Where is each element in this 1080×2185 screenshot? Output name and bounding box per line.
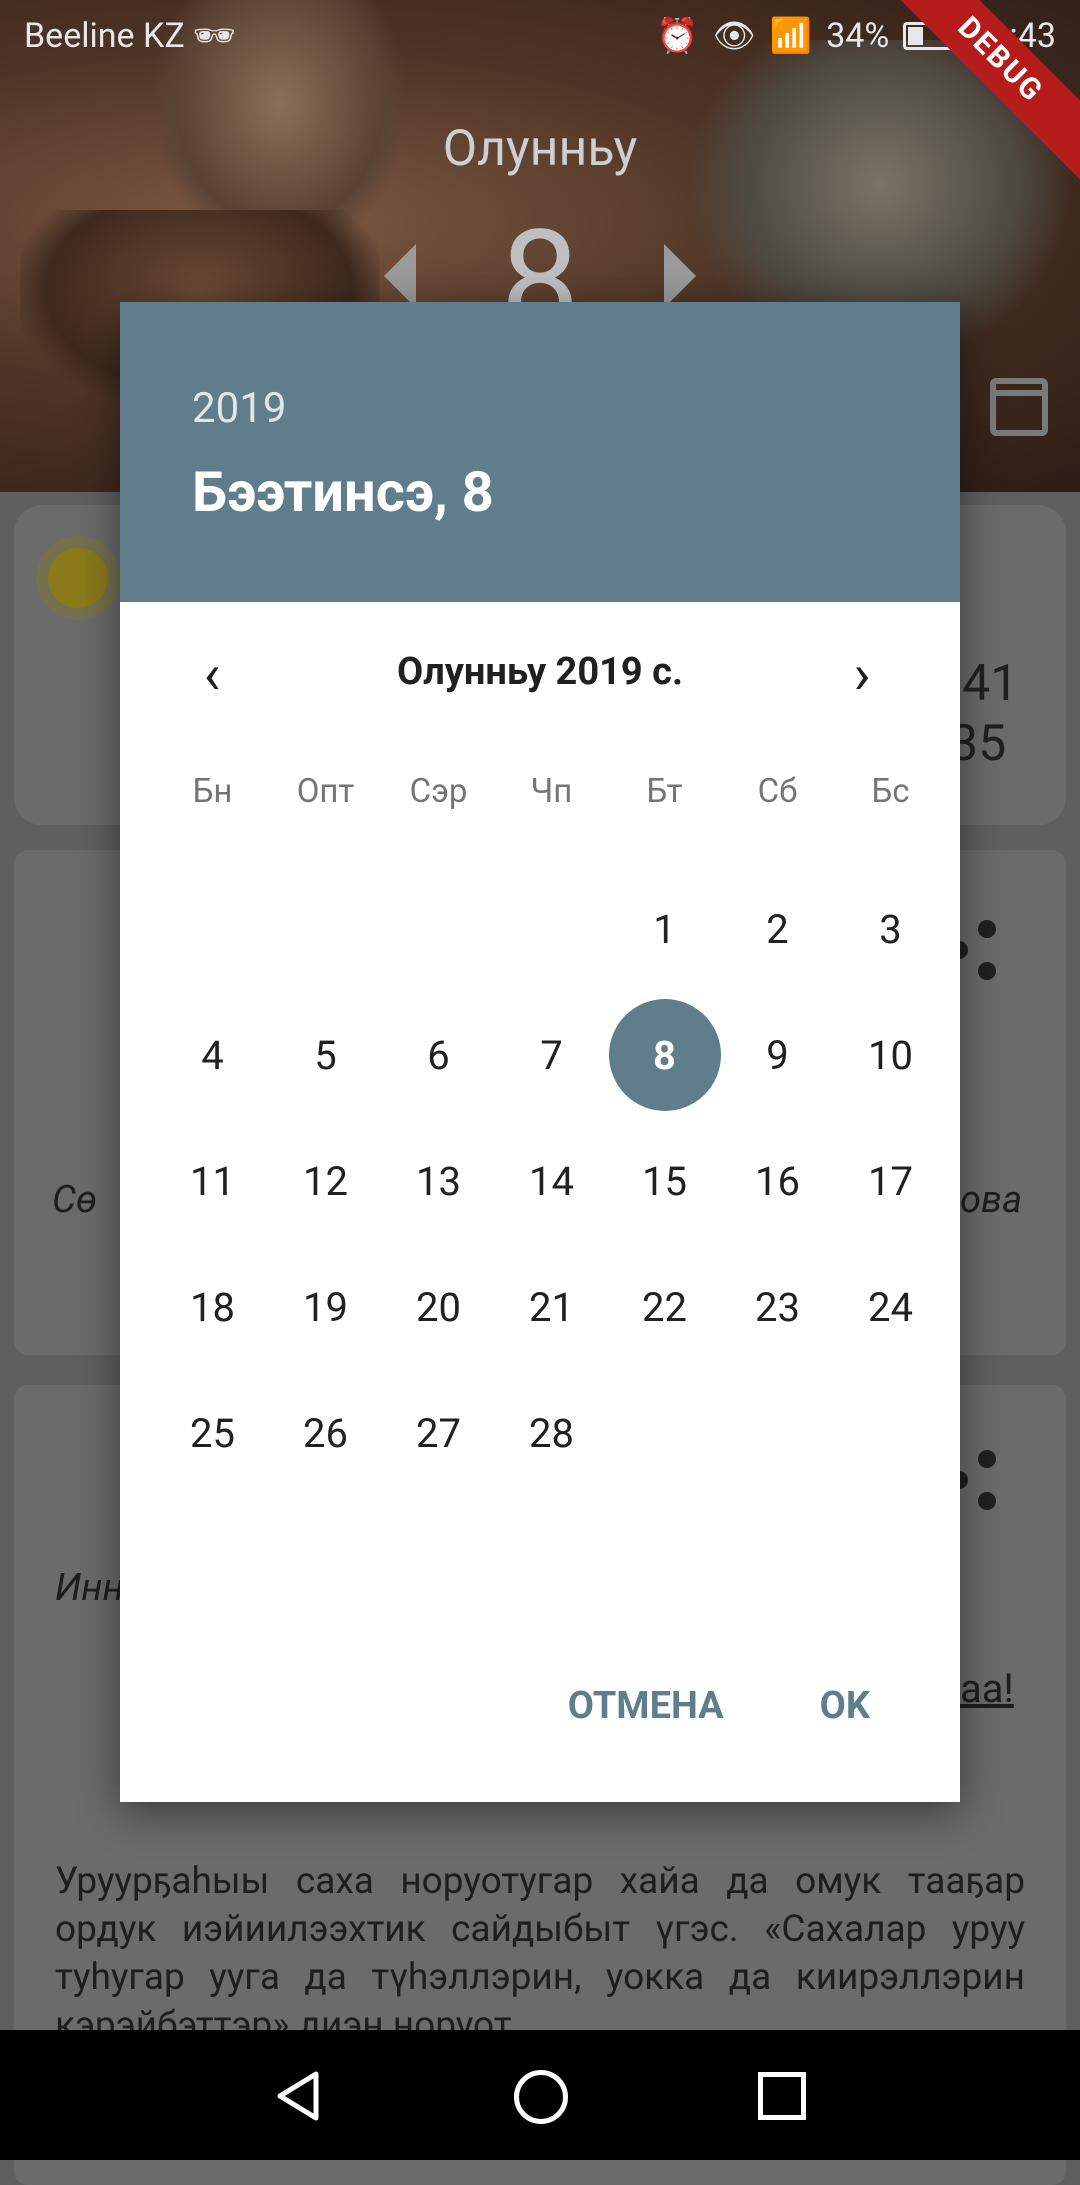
day-cell[interactable]: 1 [608,866,721,992]
day-cell[interactable]: 7 [495,992,608,1118]
system-navigation-bar [0,2030,1080,2160]
wifi-icon: 📶 [769,16,813,56]
empty-day-cell [269,866,382,992]
eye-icon: 👁 [712,16,756,56]
week-row: 18 19 20 21 22 23 24 [156,1244,948,1370]
dialog-actions: ОТМЕНА OK [520,1670,960,1742]
next-day-icon[interactable] [664,244,696,308]
week-row: 25 26 27 28 [156,1370,948,1496]
day-cell[interactable]: 13 [382,1118,495,1244]
day-cell[interactable]: 22 [608,1244,721,1370]
weekday-label: Чп [530,772,573,811]
day-cell[interactable]: 17 [834,1118,947,1244]
day-cell[interactable]: 26 [269,1370,382,1496]
week-row: 11 12 13 14 15 16 17 [156,1118,948,1244]
empty-day-cell [721,1370,834,1496]
day-cell[interactable]: 28 [495,1370,608,1496]
home-icon[interactable] [514,2070,568,2124]
empty-day-cell [608,1370,721,1496]
day-cell[interactable]: 16 [721,1118,834,1244]
day-cell[interactable]: 11 [156,1118,269,1244]
day-cell-selected[interactable]: 8 [608,992,721,1118]
date-picker-dialog: 2019 Бээтинсэ, 8 ‹ Олунньу 2019 с. › Бн О… [120,302,960,1802]
weekday-label: Сэр [409,772,468,811]
weekday-label: Сб [757,772,798,811]
week-row: 4 5 6 7 8 9 10 [156,992,948,1118]
page-month-title: Олунньу [442,120,638,178]
day-cell[interactable]: 6 [382,992,495,1118]
card-paragraph: Уруурҕаһыы саха норуотугар хайа да омук … [55,1860,1025,2033]
empty-day-cell [495,866,608,992]
week-row: 123 [156,866,948,992]
day-cell[interactable]: 19 [269,1244,382,1370]
day-cell[interactable]: 18 [156,1244,269,1370]
day-cell[interactable]: 25 [156,1370,269,1496]
day-cell[interactable]: 10 [834,992,947,1118]
chevron-right-icon[interactable]: › [832,644,892,704]
weekday-label: Бс [871,772,910,811]
month-navigation: ‹ Олунньу 2019 с. › [120,632,960,712]
calendar-icon[interactable] [990,378,1048,436]
day-cell[interactable]: 20 [382,1244,495,1370]
card-link[interactable]: аа! [960,1665,1014,1712]
empty-day-cell [834,1370,947,1496]
day-cell[interactable]: 23 [721,1244,834,1370]
weekday-label: Бн [192,772,233,811]
date-picker-header: 2019 Бээтинсэ, 8 [120,302,960,602]
back-icon[interactable] [272,2068,328,2124]
weekday-label: Опт [296,772,355,811]
battery-percent: 34% [826,16,890,56]
day-cell[interactable]: 14 [495,1118,608,1244]
ok-button[interactable]: OK [772,1670,960,1742]
day-cell[interactable]: 27 [382,1370,495,1496]
day-cell[interactable]: 3 [834,866,947,992]
weekday-label: Бт [646,772,683,811]
day-cell[interactable]: 24 [834,1244,947,1370]
day-cell[interactable]: 15 [608,1118,721,1244]
day-cell[interactable]: 5 [269,992,382,1118]
carrier-label: Beeline KZ [24,16,185,56]
cancel-button[interactable]: ОТМЕНА [520,1670,772,1742]
header-selected-date[interactable]: Бээтинсэ, 8 [192,459,960,525]
day-cell[interactable]: 21 [495,1244,608,1370]
header-year[interactable]: 2019 [192,302,960,433]
day-grid: 1 2 3 4 5 6 7 8 9 10 11 12 13 14 15 16 17 18 19 20 21 22 23 24 2… [156,866,948,1496]
alarm-icon: ⏰ [656,16,699,56]
card-italic-text: Сө [52,1178,97,1222]
recents-icon[interactable] [758,2072,806,2120]
empty-day-cell [156,866,269,992]
day-cell[interactable]: 4 [156,992,269,1118]
incognito-icon: 🕶 [192,16,236,56]
day-cell[interactable]: 9 [721,992,834,1118]
day-cell[interactable]: 12 [269,1118,382,1244]
card-italic-text: Инн [55,1566,124,1610]
sun-icon [48,548,108,608]
card-italic-text-right: ова [960,1178,1023,1222]
sunrise-time: :41 [950,655,1019,713]
weekday-header: Бн Опт Сэр Чп Бт Сб Бс [156,772,948,811]
day-cell[interactable]: 2 [721,866,834,992]
empty-day-cell [382,866,495,992]
selected-day-label: 8 [608,999,721,1111]
